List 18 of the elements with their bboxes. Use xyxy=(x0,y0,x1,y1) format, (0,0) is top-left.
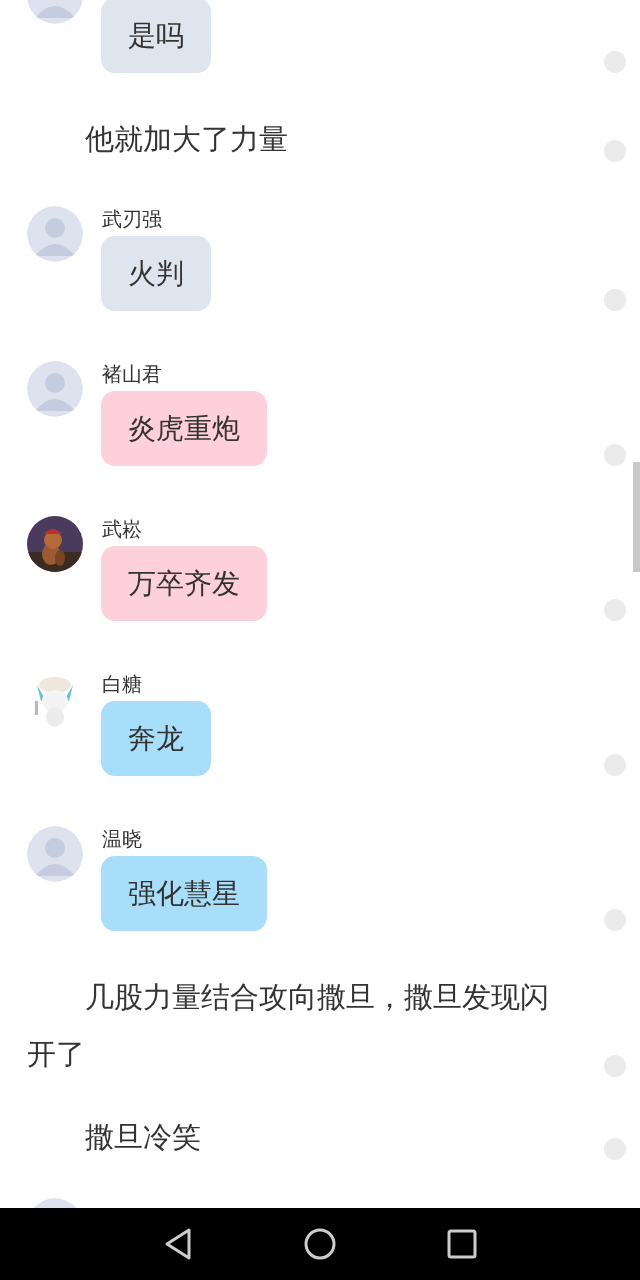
avatar-icon xyxy=(27,206,83,262)
sender-name: 武刃强 xyxy=(102,206,163,232)
sender-name: 褚山君 xyxy=(102,361,163,387)
avatar-icon xyxy=(27,361,83,417)
sender-name: 温晓 xyxy=(102,826,143,852)
message-bubble: 强化慧星 xyxy=(101,856,267,931)
message-bubble: 火判 xyxy=(101,236,211,311)
narration-text: 他就加大了力量 xyxy=(84,121,289,158)
scrollbar[interactable] xyxy=(633,462,640,572)
message-bubble: 是吗 xyxy=(101,0,211,73)
narration-text: 撒旦冷笑 xyxy=(84,1119,202,1156)
narration-text: 几股力量结合攻向撒旦，撒旦发现闪开了 xyxy=(27,979,550,1073)
message-bubble: 奔龙 xyxy=(101,701,211,776)
message-bubble: 炎虎重炮 xyxy=(101,391,267,466)
message-bubble: 万卒齐发 xyxy=(101,546,267,621)
avatar-icon xyxy=(27,826,83,882)
sender-name: 武崧 xyxy=(102,516,143,542)
sender-name: 白糖 xyxy=(102,671,143,697)
